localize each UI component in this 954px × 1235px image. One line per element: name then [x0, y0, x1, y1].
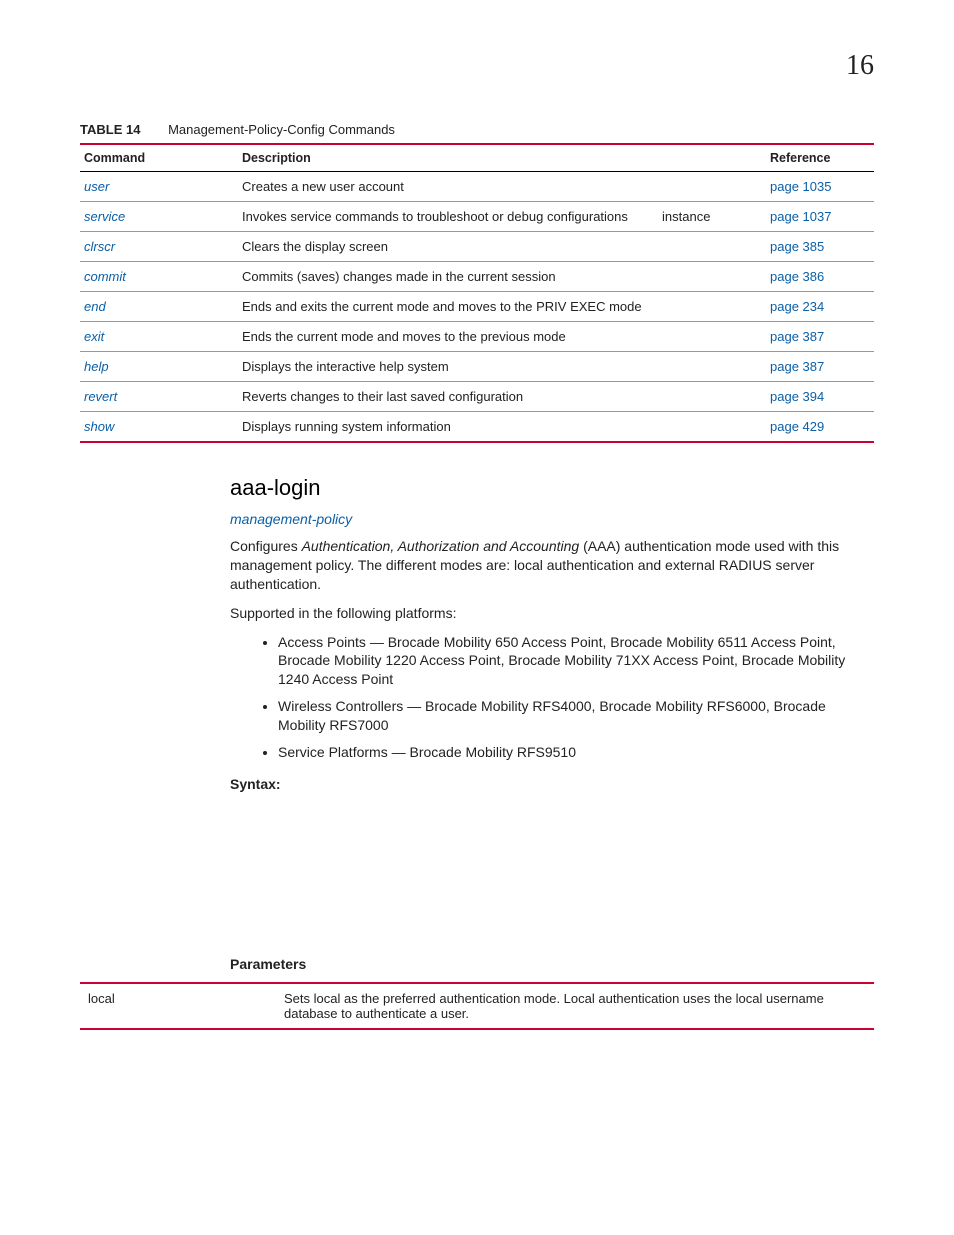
- command-link[interactable]: service: [84, 209, 125, 224]
- command-instance: instance: [658, 202, 766, 232]
- table-caption-label: TABLE 14: [80, 122, 140, 137]
- section-para-1: Configures Authentication, Authorization…: [230, 537, 874, 594]
- list-item: Service Platforms — Brocade Mobility RFS…: [278, 743, 874, 762]
- th-reference: Reference: [766, 144, 874, 172]
- para1-em: Authentication, Authorization and Accoun…: [302, 538, 580, 554]
- page-link[interactable]: page 385: [770, 239, 824, 254]
- table-row: user Creates a new user account page 1035: [80, 172, 874, 202]
- section-parent-link[interactable]: management-policy: [230, 511, 874, 527]
- table-row: clrscr Clears the display screen page 385: [80, 232, 874, 262]
- command-instance: [658, 322, 766, 352]
- table-row: commit Commits (saves) changes made in th…: [80, 262, 874, 292]
- table-row: exit Ends the current mode and moves to t…: [80, 322, 874, 352]
- command-link[interactable]: clrscr: [84, 239, 115, 254]
- command-description: Displays the interactive help system: [238, 352, 658, 382]
- para1-pre: Configures: [230, 538, 302, 554]
- command-link[interactable]: user: [84, 179, 109, 194]
- command-description: Clears the display screen: [238, 232, 658, 262]
- page-link[interactable]: page 1035: [770, 179, 831, 194]
- page-link[interactable]: page 386: [770, 269, 824, 284]
- table-row: help Displays the interactive help system…: [80, 352, 874, 382]
- command-link[interactable]: show: [84, 419, 114, 434]
- commands-table: Command Description Reference user Create…: [80, 143, 874, 443]
- th-description: Description: [238, 144, 658, 172]
- th-instance: [658, 144, 766, 172]
- section-para-2: Supported in the following platforms:: [230, 604, 874, 623]
- command-description: Commits (saves) changes made in the curr…: [238, 262, 658, 292]
- list-item: Wireless Controllers — Brocade Mobility …: [278, 697, 874, 735]
- command-instance: [658, 172, 766, 202]
- platforms-list: Access Points — Brocade Mobility 650 Acc…: [230, 633, 874, 762]
- command-description: Creates a new user account: [238, 172, 658, 202]
- command-description: Ends and exits the current mode and move…: [238, 292, 658, 322]
- page-link[interactable]: page 429: [770, 419, 824, 434]
- page-link[interactable]: page 234: [770, 299, 824, 314]
- page-number: 16: [80, 50, 874, 82]
- parameters-table: localSets local as the preferred authent…: [80, 982, 874, 1030]
- page-link[interactable]: page 1037: [770, 209, 831, 224]
- section-aaa-login: aaa-login management-policy Configures A…: [230, 475, 874, 972]
- parameters-heading: Parameters: [230, 956, 874, 972]
- command-description: Ends the current mode and moves to the p…: [238, 322, 658, 352]
- command-instance: [658, 262, 766, 292]
- command-link[interactable]: help: [84, 359, 109, 374]
- command-instance: [658, 382, 766, 412]
- command-link[interactable]: revert: [84, 389, 117, 404]
- param-description: Sets local as the preferred authenticati…: [276, 983, 874, 1029]
- command-instance: [658, 292, 766, 322]
- command-description: Invokes service commands to troubleshoot…: [238, 202, 658, 232]
- command-instance: [658, 352, 766, 382]
- param-name: local: [80, 983, 276, 1029]
- command-description: Reverts changes to their last saved conf…: [238, 382, 658, 412]
- command-link[interactable]: end: [84, 299, 106, 314]
- page-link[interactable]: page 387: [770, 329, 824, 344]
- command-instance: [658, 412, 766, 443]
- syntax-block: [230, 792, 874, 942]
- table-row: show Displays running system information p…: [80, 412, 874, 443]
- table-caption: TABLE 14 Management-Policy-Config Comman…: [80, 122, 874, 137]
- table-caption-text: Management-Policy-Config Commands: [168, 122, 395, 137]
- command-link[interactable]: exit: [84, 329, 104, 344]
- command-link[interactable]: commit: [84, 269, 126, 284]
- command-instance: [658, 232, 766, 262]
- table-row: end Ends and exits the current mode and m…: [80, 292, 874, 322]
- table-row: localSets local as the preferred authent…: [80, 983, 874, 1029]
- page-link[interactable]: page 394: [770, 389, 824, 404]
- table-row: revert Reverts changes to their last save…: [80, 382, 874, 412]
- command-description: Displays running system information: [238, 412, 658, 443]
- list-item: Access Points — Brocade Mobility 650 Acc…: [278, 633, 874, 690]
- table-row: service Invokes service commands to troub…: [80, 202, 874, 232]
- section-title: aaa-login: [230, 475, 874, 501]
- page-link[interactable]: page 387: [770, 359, 824, 374]
- syntax-heading: Syntax:: [230, 776, 874, 792]
- th-command: Command: [80, 144, 238, 172]
